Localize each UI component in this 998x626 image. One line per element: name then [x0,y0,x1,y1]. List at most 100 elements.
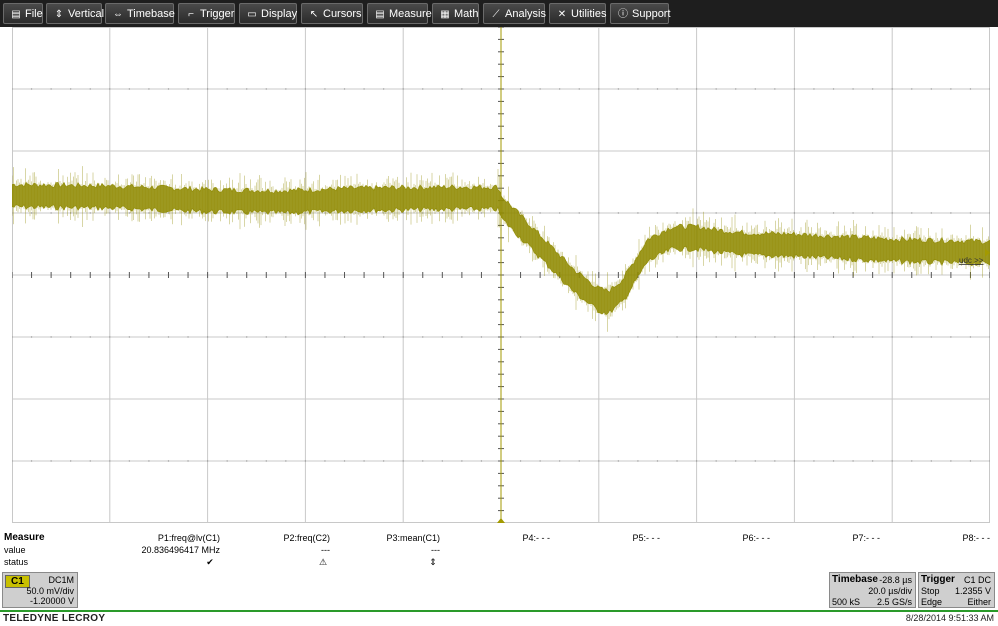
grid-dot [461,336,463,338]
grid-dot [382,336,385,338]
scope-markers: udc >> 1 [959,256,984,265]
grid-dot [695,336,698,338]
grid-dot [167,88,170,90]
p8-param-label[interactable]: P8:- - - [930,533,990,543]
grid-dot [617,336,620,338]
grid-dot [774,336,776,338]
grid-dot [832,88,835,90]
grid-dot [656,212,659,214]
grid-dot [813,88,815,90]
grid-dot [461,88,463,90]
oscilloscope-graticule[interactable]: udc >> 1 [12,27,990,523]
grid-dot [715,336,717,338]
utilities-menu-button[interactable]: ✕ Utilities [549,3,606,24]
grid-dot [50,212,52,214]
cursors-menu-button[interactable]: ↖ Cursors [301,3,363,24]
udc-marker-label[interactable]: udc >> [959,256,984,265]
display-menu-button[interactable]: ▭ Display [239,3,297,24]
trigger-descriptor[interactable]: Trigger C1 DC Stop 1.2355 V Edge Either [918,572,995,608]
grid-dot [578,88,580,90]
grid-dot [676,460,678,462]
grid-dot [754,212,756,214]
grid-dot [969,88,972,90]
grid-dot [69,460,72,462]
p6-param-label[interactable]: P6:- - - [710,533,770,543]
p1-param-label[interactable]: P1:freq@lv(C1) [120,533,220,543]
trigger-title: Trigger [921,574,955,585]
p3-param-value: --- [431,545,440,555]
waveform-display[interactable]: udc >> 1 [12,27,990,523]
math-menu-button[interactable]: ▦ Math [432,3,479,24]
timebase-menu-label: Timebase [127,8,175,20]
trigger-level: 1.2355 V [954,586,991,596]
grid-dot [950,88,952,90]
grid-dot [69,88,72,90]
timebase-title: Timebase [832,574,878,585]
analysis-menu-button[interactable]: ⟋ Analysis [483,3,546,24]
p3-param-label[interactable]: P3:mean(C1) [340,533,440,543]
grid-dot [774,460,776,462]
grid-dot [578,460,580,462]
measure-status-row-label: status [4,557,29,567]
measure-menu-button[interactable]: ▤ Measure [367,3,432,24]
grid-dot [617,460,620,462]
grid-dot [402,88,404,90]
grid-dot [89,88,91,90]
grid-dot [382,460,385,462]
p2-param-label[interactable]: P2:freq(C2) [230,533,330,543]
channel-coupling: DC1M [48,575,74,585]
vertical-menu-label: Vertical [68,8,105,20]
grid-dot [930,88,933,90]
grid-dot [480,336,483,338]
vertical-menu-button[interactable]: ⇕ Vertical [46,3,105,24]
measure-panel: Measure value status P1:freq@lv(C1) 20.8… [0,528,998,570]
info-icon: ⓘ [618,9,628,20]
grid-dot [598,212,600,214]
timebase-delay: -28.8 µs [879,575,912,585]
grid-dot [852,460,854,462]
file-menu-button[interactable]: ▤ File [3,3,43,24]
grid-dot [891,212,893,214]
grid-dot [50,336,52,338]
grid-dot [539,336,541,338]
grid-dot [950,336,952,338]
p4-param-label[interactable]: P4:- - - [490,533,550,543]
grid-dot [950,212,952,214]
grid-dot [206,88,209,90]
vertical-arrows-icon: ⇕ [54,9,64,20]
display-menu-label: Display [261,8,298,20]
trigger-menu-button[interactable]: ⌐ Trigger [178,3,235,24]
grid-dot [324,460,326,462]
timebase-menu-button[interactable]: ⇔ Timebase [105,3,175,24]
horizontal-arrows-icon: ⇔ [113,9,123,20]
grid-dot [539,212,541,214]
grid-dot [676,88,678,90]
grid-dot [519,460,522,462]
calculator-icon: ▦ [440,9,450,20]
grid-dot [226,336,228,338]
grid-dot [285,88,287,90]
grid-dot [128,336,131,338]
support-menu-button[interactable]: ⓘ Support [610,3,671,24]
grid-dot [148,460,150,462]
p7-param-label[interactable]: P7:- - - [820,533,880,543]
grid-dot [637,212,639,214]
grid-dot [774,212,776,214]
grid-dot [715,460,717,462]
grid-dot [69,336,72,338]
grid-dot [285,460,287,462]
timebase-descriptor[interactable]: Timebase -28.8 µs 20.0 µs/div 500 kS 2.5… [829,572,916,608]
grid-dot [969,460,972,462]
grid-dot [871,336,874,338]
grid-dot [206,336,209,338]
channel-c1-descriptor[interactable]: C1 DC1M 50.0 mV/div -1.20000 V [2,572,78,608]
grid-dot [148,212,150,214]
measure-value-row-label: value [4,545,26,555]
grid-dot [617,212,620,214]
grid-dot [969,336,972,338]
grid-dot [441,88,444,90]
grid-dot [402,336,404,338]
p2-param-value: --- [321,545,330,555]
grid-dot [852,212,854,214]
p5-param-label[interactable]: P5:- - - [600,533,660,543]
